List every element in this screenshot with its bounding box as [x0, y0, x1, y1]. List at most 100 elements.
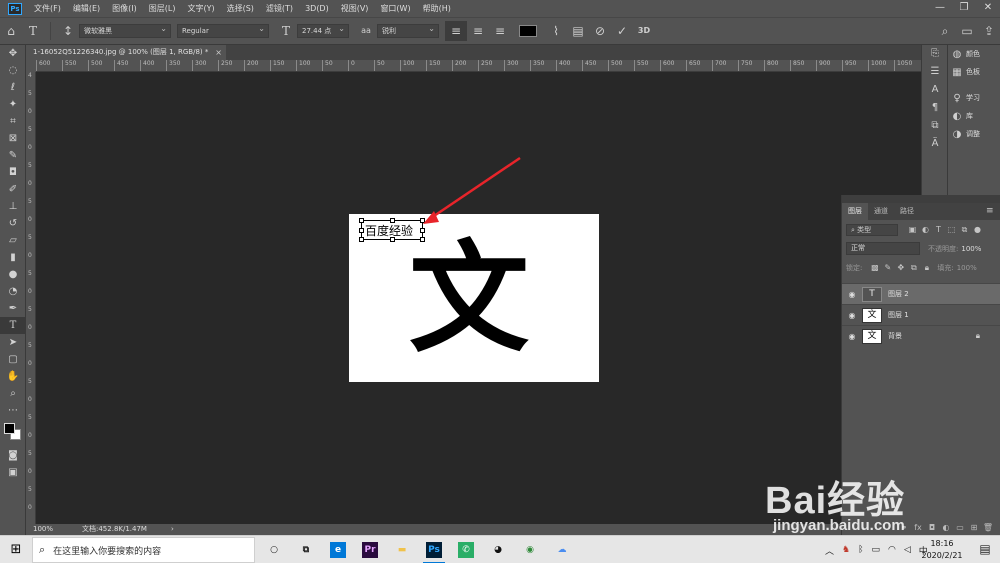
- type-tool-icon[interactable]: T: [0, 317, 26, 334]
- layer-style-icon[interactable]: fx: [911, 523, 925, 532]
- tray-app-icon[interactable]: ♞: [842, 545, 850, 555]
- hand-tool-icon[interactable]: ✋: [0, 368, 26, 385]
- menu-help[interactable]: 帮助(H): [417, 3, 457, 14]
- lock-position-icon[interactable]: ✥: [894, 263, 907, 272]
- panel-link-libraries[interactable]: ◐ 库: [948, 107, 1000, 125]
- menu-filter[interactable]: 滤镜(T): [260, 3, 299, 14]
- visibility-eye-icon[interactable]: ◉: [842, 332, 862, 341]
- adjust-filter-icon[interactable]: ◐: [919, 225, 932, 234]
- type-tool-icon[interactable]: T: [22, 21, 44, 41]
- volume-icon[interactable]: ◁: [904, 545, 911, 555]
- eraser-tool-icon[interactable]: ▱: [0, 232, 26, 249]
- visibility-eye-icon[interactable]: ◉: [842, 290, 862, 299]
- taskbar-app-cortana[interactable]: ○: [258, 536, 290, 563]
- share-icon[interactable]: ⇪: [978, 21, 1000, 41]
- brush-tool-icon[interactable]: ✐: [0, 181, 26, 198]
- magic-wand-icon[interactable]: ✦: [0, 96, 26, 113]
- tray-expand-icon[interactable]: ︿: [825, 544, 834, 557]
- glyphs-panel-icon[interactable]: Ä: [922, 135, 948, 153]
- new-adjustment-icon[interactable]: ◐: [939, 523, 953, 532]
- crop-tool-icon[interactable]: ⌗: [0, 113, 26, 130]
- restore-icon[interactable]: ❐: [952, 0, 976, 17]
- zoom-tool-icon[interactable]: ⌕: [0, 385, 26, 402]
- bluetooth-icon[interactable]: ᛒ: [858, 545, 863, 555]
- menu-window[interactable]: 窗口(W): [374, 3, 416, 14]
- color-swatches[interactable]: [0, 419, 26, 447]
- commit-icon[interactable]: ✓: [611, 21, 633, 41]
- blend-mode-select[interactable]: 正常: [846, 242, 920, 255]
- menu-file[interactable]: 文件(F): [28, 3, 67, 14]
- taskbar-clock[interactable]: 18:16 2020/2/21: [916, 538, 968, 562]
- font-style-select[interactable]: Regular: [177, 23, 269, 38]
- move-tool-icon[interactable]: ✥: [0, 45, 26, 62]
- home-icon[interactable]: ⌂: [0, 21, 22, 41]
- layer-row[interactable]: ◉ T 图层 2: [842, 283, 1000, 304]
- taskbar-app-qq[interactable]: ◕: [482, 536, 514, 563]
- tab-paths[interactable]: 路径: [894, 203, 920, 220]
- layer-filter-select[interactable]: ⌕ 类型: [846, 223, 898, 236]
- link-layers-icon[interactable]: ⚭: [897, 523, 911, 532]
- history-panel-icon[interactable]: ⎘: [922, 45, 948, 63]
- taskbar-app-explorer[interactable]: ▬: [386, 536, 418, 563]
- vertical-ruler[interactable]: 4 5 0 5 0 5 0 5 0 5 0 5 0 5 0 5 0 5 0 5 0 5 0 5 0: [26, 72, 36, 524]
- antialias-select[interactable]: 锐利: [377, 23, 439, 38]
- menu-type[interactable]: 文字(Y): [181, 3, 220, 14]
- zoom-level[interactable]: 100%: [33, 524, 53, 535]
- menu-3d[interactable]: 3D(D): [299, 4, 335, 13]
- history-brush-icon[interactable]: ↺: [0, 215, 26, 232]
- pen-tool-icon[interactable]: ✒: [0, 300, 26, 317]
- font-size-select[interactable]: 27.44 点: [297, 23, 349, 38]
- lock-all-icon[interactable]: 🔒︎: [920, 263, 933, 273]
- menu-edit[interactable]: 编辑(E): [67, 3, 106, 14]
- layer-row[interactable]: ◉ 文 背景 🔒︎: [842, 325, 1000, 346]
- taskbar-app-edge[interactable]: e: [322, 536, 354, 563]
- delete-layer-icon[interactable]: 🗑︎: [981, 523, 995, 532]
- panel-link-color[interactable]: ◍ 颜色: [948, 45, 1000, 63]
- image-filter-icon[interactable]: ▣: [906, 225, 919, 234]
- toggle-orientation-icon[interactable]: ↕: [57, 21, 79, 41]
- stamp-tool-icon[interactable]: ⊥: [0, 198, 26, 215]
- properties-panel-icon[interactable]: ☰: [922, 63, 948, 81]
- text-color-swatch[interactable]: [519, 25, 537, 37]
- document-tab[interactable]: 1-16052Q51226340.jpg @ 100% (图层 1, RGB/8…: [26, 45, 226, 60]
- quick-mask-icon[interactable]: ◙: [0, 447, 26, 464]
- panel-menu-icon[interactable]: ≡: [986, 203, 1000, 220]
- gradient-tool-icon[interactable]: ▮: [0, 249, 26, 266]
- taskbar-app-wechat[interactable]: ✆: [450, 536, 482, 563]
- taskbar-app-cloud[interactable]: ☁: [546, 536, 578, 563]
- text-filter-icon[interactable]: T: [932, 225, 945, 234]
- wifi-icon[interactable]: ◠: [888, 545, 896, 555]
- character-panel-icon[interactable]: A: [922, 81, 948, 99]
- workspace-icon[interactable]: ▭: [956, 21, 978, 41]
- menu-image[interactable]: 图像(I): [106, 3, 143, 14]
- blur-tool-icon[interactable]: ●: [0, 266, 26, 283]
- lock-transparent-icon[interactable]: ▩: [868, 263, 881, 272]
- healing-brush-icon[interactable]: ◘: [0, 164, 26, 181]
- lasso-tool-icon[interactable]: ℓ: [0, 79, 26, 96]
- font-family-select[interactable]: 微软雅黑: [79, 23, 171, 38]
- new-layer-icon[interactable]: ⊞: [967, 523, 981, 532]
- layer-name[interactable]: 图层 2: [888, 289, 909, 299]
- eyedropper-icon[interactable]: ✎: [0, 147, 26, 164]
- panel-link-learn[interactable]: ♀ 学习: [948, 89, 1000, 107]
- notification-icon[interactable]: ▤: [970, 542, 1000, 556]
- close-icon[interactable]: ✕: [976, 0, 1000, 17]
- search-icon[interactable]: ⌕: [934, 21, 956, 41]
- dodge-tool-icon[interactable]: ◔: [0, 283, 26, 300]
- screen-mode-icon[interactable]: ▣: [0, 464, 26, 481]
- shape-filter-icon[interactable]: ⬚: [945, 225, 958, 234]
- align-right-icon[interactable]: ≡: [489, 21, 511, 41]
- taskbar-app-photoshop[interactable]: Ps: [418, 536, 450, 563]
- cancel-icon[interactable]: ⊘: [589, 21, 611, 41]
- horizontal-ruler[interactable]: 600 550 500 450 400 350 300 250 200 150 100 50 0 50 10…: [36, 60, 921, 72]
- frame-tool-icon[interactable]: ⊠: [0, 130, 26, 147]
- add-mask-icon[interactable]: ◘: [925, 523, 939, 532]
- layer-row[interactable]: ◉ 文 图层 1: [842, 304, 1000, 325]
- battery-icon[interactable]: ▭: [872, 545, 881, 555]
- windows-start-icon[interactable]: ⊞: [0, 536, 32, 563]
- filter-toggle-icon[interactable]: ●: [971, 225, 984, 234]
- visibility-eye-icon[interactable]: ◉: [842, 311, 862, 320]
- lock-pixels-icon[interactable]: ✎: [881, 263, 894, 272]
- menu-layer[interactable]: 图层(L): [143, 3, 182, 14]
- fill-value[interactable]: 100%: [957, 264, 977, 272]
